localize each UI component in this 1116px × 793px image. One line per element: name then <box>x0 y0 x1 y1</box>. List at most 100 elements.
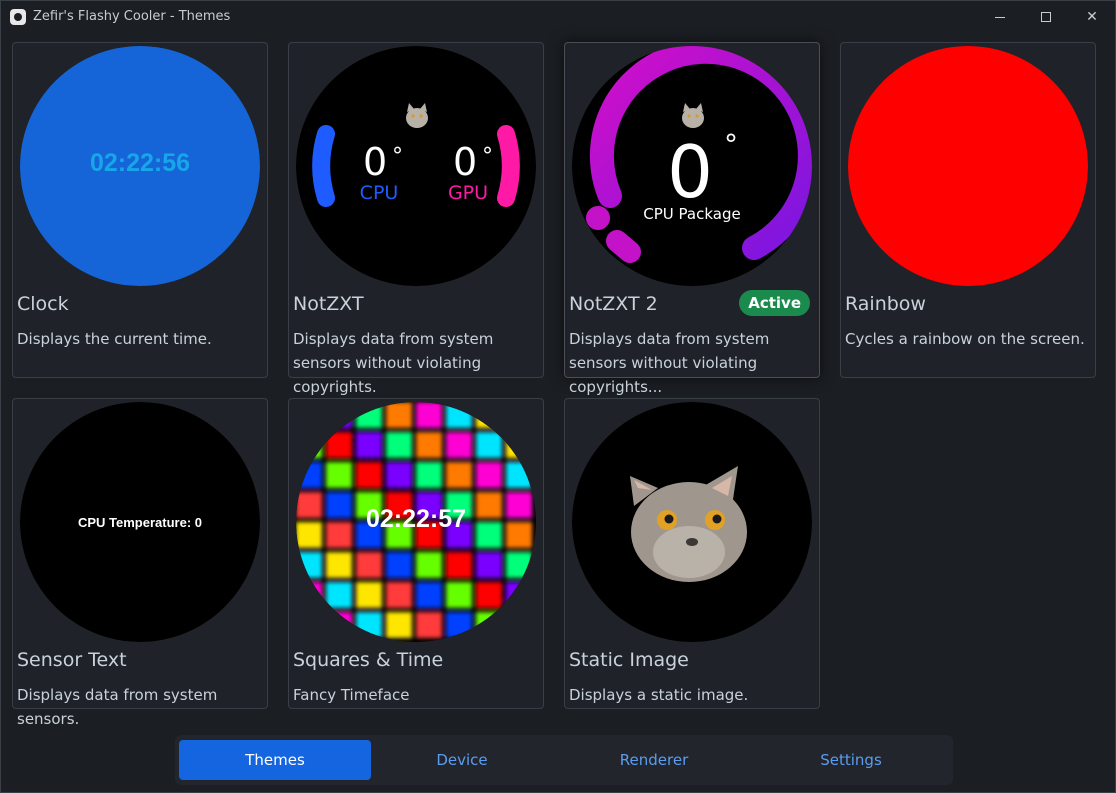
color-square <box>506 552 532 578</box>
sensor-text-preview: CPU Temperature: 0 <box>20 402 260 642</box>
package-label: CPU Package <box>643 205 740 223</box>
color-square <box>386 402 412 428</box>
theme-card-notzxt-2[interactable]: 0 ° CPU Package Active NotZXT 2 Displays… <box>564 42 820 396</box>
color-square <box>446 612 472 638</box>
maximize-button[interactable] <box>1023 1 1069 33</box>
color-square <box>506 462 532 488</box>
color-square <box>446 582 472 608</box>
color-square <box>296 522 322 548</box>
color-square <box>416 432 442 458</box>
ring-dot-small <box>586 206 610 230</box>
app-icon <box>10 9 26 25</box>
notzxt-face <box>296 46 536 286</box>
color-square <box>386 582 412 608</box>
color-square <box>506 612 532 638</box>
close-icon: ✕ <box>1086 9 1098 25</box>
theme-title: Static Image <box>569 649 689 671</box>
ring-dot-large <box>606 230 641 263</box>
color-square <box>326 462 352 488</box>
tab-renderer[interactable]: Renderer <box>558 740 750 780</box>
gpu-value: 0 <box>453 140 477 184</box>
color-square <box>386 612 412 638</box>
color-square <box>476 432 502 458</box>
theme-title: Squares & Time <box>293 649 444 671</box>
maximize-icon <box>1041 12 1051 22</box>
theme-description: Displays data from system sensors. <box>17 686 218 728</box>
clock-time: 02:22:56 <box>90 149 190 177</box>
tab-themes[interactable]: Themes <box>179 740 371 780</box>
close-button[interactable]: ✕ <box>1069 1 1115 33</box>
theme-description: Displays the current time. <box>17 330 212 348</box>
color-square <box>506 432 532 458</box>
color-square <box>476 402 502 428</box>
theme-card-squares-time[interactable]: 02:22:57 Squares & Time Fancy Timeface <box>288 398 544 709</box>
theme-description: Displays data from system sensors withou… <box>569 330 770 396</box>
theme-card-rainbow[interactable]: Rainbow Cycles a rainbow on the screen. <box>840 42 1096 378</box>
color-square <box>326 432 352 458</box>
theme-description: Displays data from system sensors withou… <box>293 330 494 396</box>
cpu-label: CPU <box>360 182 399 204</box>
color-square <box>476 492 502 518</box>
color-square <box>326 492 352 518</box>
minimize-button[interactable] <box>977 1 1023 33</box>
color-square <box>506 402 532 428</box>
color-square <box>296 402 322 428</box>
theme-card-static-image[interactable]: Static Image Displays a static image. <box>564 398 820 709</box>
color-square <box>506 492 532 518</box>
theme-description: Cycles a rainbow on the screen. <box>845 330 1085 348</box>
package-degree: ° <box>724 128 738 161</box>
color-square <box>356 432 382 458</box>
cpu-value: 0 <box>363 140 387 184</box>
tab-device[interactable]: Device <box>366 740 558 780</box>
color-square <box>416 552 442 578</box>
color-square <box>356 462 382 488</box>
notzxt-preview: 0 ° CPU 0 ° GPU <box>296 46 536 286</box>
static-image-preview <box>572 402 812 642</box>
gpu-label: GPU <box>448 182 488 204</box>
color-square <box>356 402 382 428</box>
squares-preview: 02:22:57 <box>296 402 536 642</box>
color-square <box>296 492 322 518</box>
color-square <box>446 552 472 578</box>
gpu-degree: ° <box>482 144 493 169</box>
color-square <box>506 582 532 608</box>
color-square <box>476 552 502 578</box>
color-square <box>476 462 502 488</box>
theme-title: NotZXT <box>293 293 364 315</box>
color-square <box>386 462 412 488</box>
window-title: Zefir's Flashy Cooler - Themes <box>33 9 231 24</box>
color-square <box>416 582 442 608</box>
rainbow-face <box>848 46 1088 286</box>
color-square <box>416 462 442 488</box>
theme-description: Displays a static image. <box>569 686 749 704</box>
theme-card-clock[interactable]: 02:22:56 Clock Displays the current time… <box>12 42 268 378</box>
color-square <box>356 552 382 578</box>
color-square <box>296 462 322 488</box>
color-square <box>356 582 382 608</box>
color-square <box>476 612 502 638</box>
theme-title: Sensor Text <box>17 649 127 671</box>
theme-title: NotZXT 2 <box>569 293 658 315</box>
theme-card-sensor-text[interactable]: CPU Temperature: 0 Sensor Text Displays … <box>12 398 268 728</box>
color-square <box>326 402 352 428</box>
color-square <box>296 432 322 458</box>
color-square <box>296 582 322 608</box>
color-square <box>476 522 502 548</box>
color-square <box>386 432 412 458</box>
app-window: Zefir's Flashy Cooler - Themes ✕ 02:22:5… <box>0 0 1116 793</box>
gpu-arc <box>497 125 520 207</box>
tab-settings[interactable]: Settings <box>755 740 947 780</box>
color-square <box>416 612 442 638</box>
theme-card-notzxt[interactable]: 0 ° CPU 0 ° GPU NotZXT Displays data fro… <box>288 42 544 396</box>
cpu-degree: ° <box>392 144 403 169</box>
color-square <box>356 612 382 638</box>
color-square <box>326 582 352 608</box>
color-square <box>476 582 502 608</box>
theme-title: Clock <box>17 293 69 315</box>
title-bar[interactable]: Zefir's Flashy Cooler - Themes ✕ <box>1 1 1115 33</box>
color-square <box>446 432 472 458</box>
color-square <box>416 402 442 428</box>
minimize-icon <box>995 16 1005 18</box>
color-square <box>446 462 472 488</box>
color-square <box>446 402 472 428</box>
